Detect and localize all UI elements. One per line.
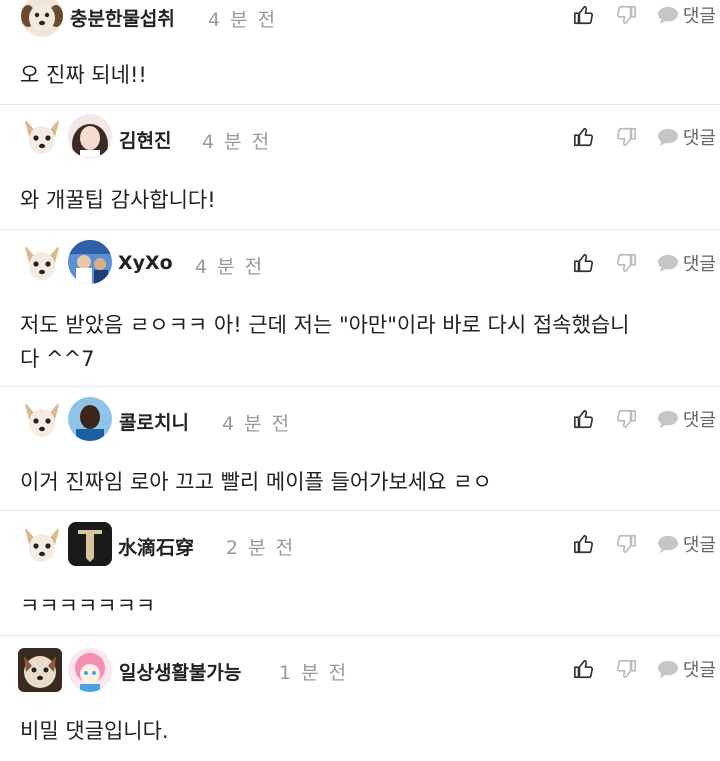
comment-time: 1 분 전 (279, 662, 349, 684)
comment-item: 水滴石穿 2 분 전 댓글 ㅋㅋㅋㅋㅋㅋㅋ (0, 511, 720, 636)
reply-label: 댓글 (682, 254, 716, 275)
comment-time: 4 분 전 (202, 131, 272, 153)
like-button[interactable] (573, 4, 595, 26)
comment-item: 일상생활불가능 1 분 전 댓글 비밀 댓글입니다. (0, 636, 720, 761)
author-name[interactable]: XyXo (118, 252, 173, 274)
author-name[interactable]: 水滴石穿 (118, 533, 194, 560)
user-avatar[interactable] (68, 114, 112, 158)
chihuahua-icon (24, 401, 60, 437)
comment-item: 김현진 4 분 전 댓글 와 개꿀팁 감사합니다! (0, 105, 720, 230)
reply-button[interactable]: 댓글 (657, 124, 716, 150)
profile-photo-icon (68, 114, 112, 158)
thumbs-down-icon (616, 659, 636, 679)
profile-photo-icon (68, 240, 112, 284)
dog-icon (21, 0, 63, 37)
speech-bubble-icon (657, 6, 678, 25)
user-avatar[interactable] (68, 240, 112, 284)
dislike-button[interactable] (615, 252, 637, 274)
dislike-button[interactable] (615, 126, 637, 148)
reply-button[interactable]: 댓글 (657, 2, 716, 28)
reply-label: 댓글 (682, 128, 716, 149)
reply-label: 댓글 (682, 660, 716, 681)
like-button[interactable] (573, 658, 595, 680)
reply-label: 댓글 (682, 410, 716, 431)
comment-text: 비밀 댓글입니다. (20, 719, 169, 743)
dog-icon (18, 648, 62, 692)
comment-item: 콜로치니 4 분 전 댓글 이거 진짜임 로아 끄고 빨리 메이플 들어가보세요… (0, 387, 720, 511)
author-name[interactable]: 충분한물섭취 (70, 4, 175, 31)
speech-bubble-icon (657, 660, 678, 679)
comment-time: 4 분 전 (195, 256, 265, 278)
level-avatar[interactable] (20, 0, 64, 38)
comment-text: 저도 받았음 ㄹㅇㅋㅋ 아! 근데 저는 "아만"이라 바로 다시 접속했습니 … (20, 313, 630, 371)
emblem-icon (68, 522, 112, 566)
speech-bubble-icon (657, 128, 678, 147)
level-avatar[interactable] (18, 648, 62, 692)
comment-time: 2 분 전 (226, 537, 296, 559)
thumbs-up-icon (573, 409, 593, 429)
dislike-button[interactable] (615, 4, 637, 26)
comment-text: 와 개꿀팁 감사합니다! (20, 188, 216, 212)
author-name[interactable]: 일상생활불가능 (119, 658, 241, 685)
user-avatar[interactable] (68, 522, 112, 566)
speech-bubble-icon (657, 410, 678, 429)
thumbs-up-icon (573, 659, 593, 679)
thumbs-up-icon (573, 534, 593, 554)
dislike-button[interactable] (615, 533, 637, 555)
like-button[interactable] (573, 408, 595, 430)
comment-item: 충분한물섭취 4 분 전 댓글 오 진짜 되네!! (0, 0, 720, 105)
thumbs-up-icon (573, 5, 593, 25)
comment-item: XyXo 4 분 전 댓글 저도 받았음 ㄹㅇㅋㅋ 아! 근데 저는 "아만"이… (0, 230, 720, 387)
chihuahua-icon (24, 526, 60, 562)
thumbs-up-icon (573, 127, 593, 147)
anime-character-icon (68, 648, 112, 692)
comment-time: 4 분 전 (222, 413, 292, 435)
thumbs-up-icon (573, 253, 593, 273)
level-avatar[interactable] (20, 397, 64, 441)
user-avatar[interactable] (68, 397, 112, 441)
reply-button[interactable]: 댓글 (657, 531, 716, 557)
level-avatar[interactable] (20, 114, 64, 158)
thumbs-down-icon (616, 5, 636, 25)
speech-bubble-icon (657, 254, 678, 273)
thumbs-down-icon (616, 127, 636, 147)
level-avatar[interactable] (20, 240, 64, 284)
like-button[interactable] (573, 533, 595, 555)
comment-text: ㅋㅋㅋㅋㅋㅋㅋ (20, 594, 156, 618)
like-button[interactable] (573, 126, 595, 148)
chihuahua-icon (24, 244, 60, 280)
thumbs-down-icon (616, 534, 636, 554)
reply-label: 댓글 (682, 6, 716, 27)
level-avatar[interactable] (20, 522, 64, 566)
user-avatar[interactable] (68, 648, 112, 692)
thumbs-down-icon (616, 253, 636, 273)
chihuahua-icon (24, 118, 60, 154)
speech-bubble-icon (657, 535, 678, 554)
comment-time: 4 분 전 (208, 9, 278, 31)
author-name[interactable]: 김현진 (119, 126, 171, 153)
comment-text: 이거 진짜임 로아 끄고 빨리 메이플 들어가보세요 ㄹㅇ (20, 470, 492, 494)
author-name[interactable]: 콜로치니 (119, 408, 189, 435)
comment-text: 오 진짜 되네!! (20, 63, 147, 87)
like-button[interactable] (573, 252, 595, 274)
reply-label: 댓글 (682, 535, 716, 556)
dislike-button[interactable] (615, 408, 637, 430)
reply-button[interactable]: 댓글 (657, 406, 716, 432)
thumbs-down-icon (616, 409, 636, 429)
dislike-button[interactable] (615, 658, 637, 680)
reply-button[interactable]: 댓글 (657, 656, 716, 682)
profile-photo-icon (68, 397, 112, 441)
reply-button[interactable]: 댓글 (657, 250, 716, 276)
